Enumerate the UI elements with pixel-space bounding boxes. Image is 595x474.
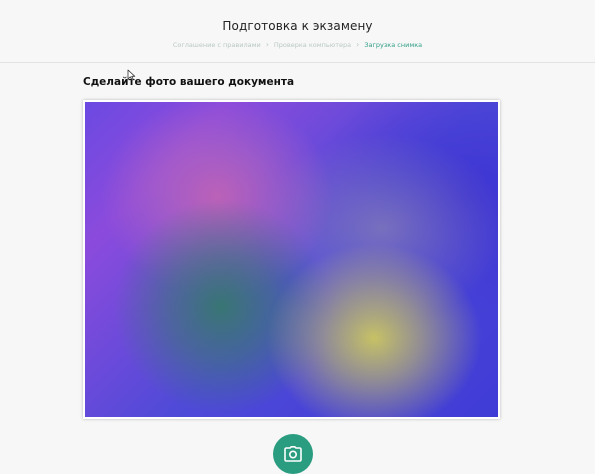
document-photo-preview bbox=[83, 100, 500, 419]
chevron-right-icon: › bbox=[356, 40, 360, 49]
take-photo-button[interactable] bbox=[273, 434, 313, 474]
page-title: Подготовка к экзамену bbox=[222, 19, 373, 33]
section-title: Сделайте фото вашего документа bbox=[83, 76, 295, 88]
chevron-right-icon: › bbox=[265, 40, 269, 49]
camera-icon bbox=[284, 446, 302, 462]
breadcrumb-item-computer-check[interactable]: Проверка компьютера bbox=[274, 41, 351, 49]
breadcrumb: Соглашение с правилами › Проверка компью… bbox=[0, 40, 595, 50]
mouse-cursor-icon bbox=[127, 69, 136, 81]
breadcrumb-item-rules[interactable]: Соглашение с правилами bbox=[173, 41, 261, 49]
header: Подготовка к экзамену Соглашение с прави… bbox=[0, 0, 595, 63]
breadcrumb-item-photo-upload[interactable]: Загрузка снимка bbox=[364, 41, 422, 49]
camera-preview-image bbox=[85, 102, 498, 417]
